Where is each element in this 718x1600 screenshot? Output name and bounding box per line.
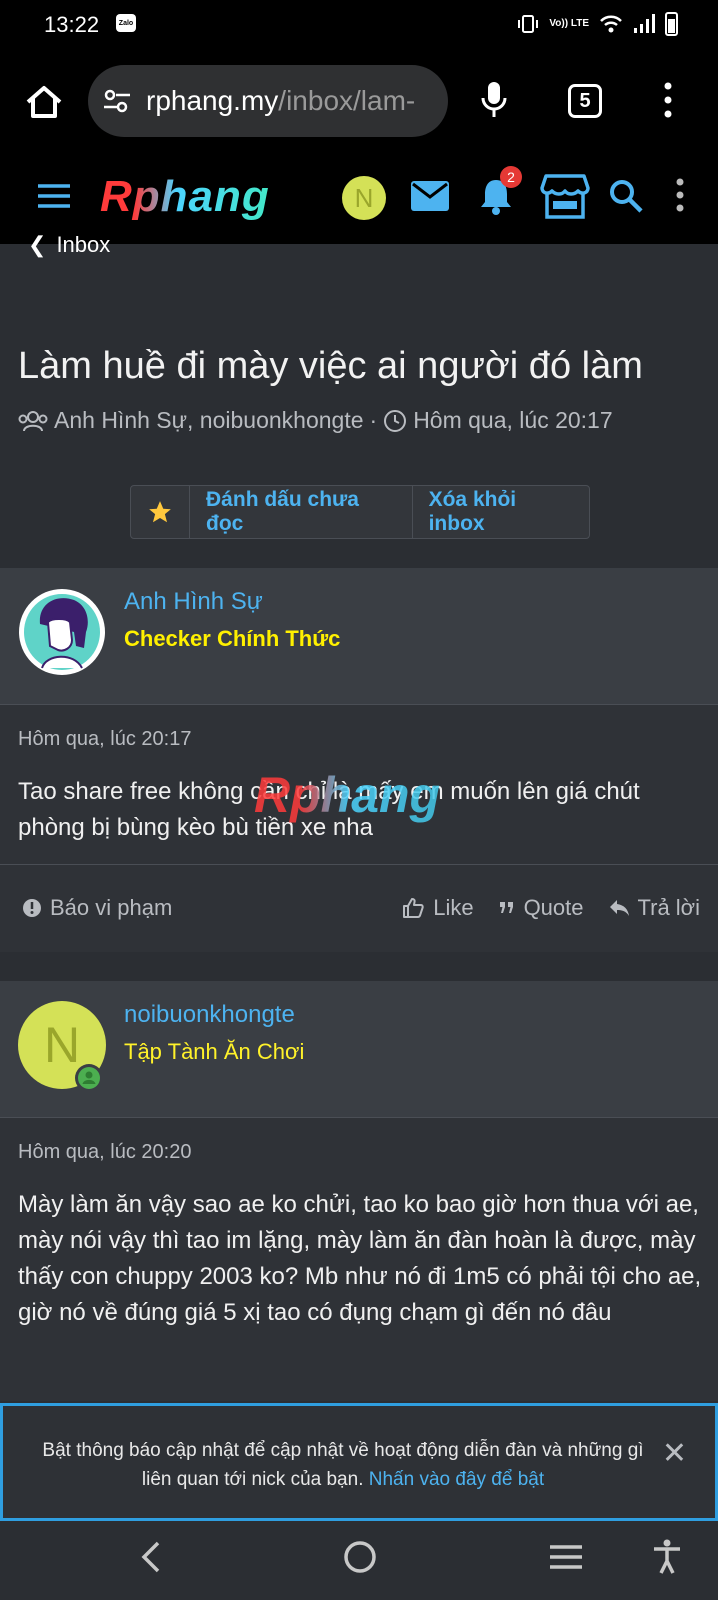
push-notification-banner: Bật thông báo cập nhật để cập nhật về ho… <box>0 1403 718 1521</box>
message-date[interactable]: Hôm qua, lúc 20:20 <box>18 1141 191 1164</box>
system-navigation-bar <box>0 1521 718 1600</box>
conversation-title: Làm huề đi mày việc ai người đó làm <box>18 345 643 387</box>
message-body: Mày làm ăn vậy sao ae ko chửi, tao ko ba… <box>18 1191 702 1326</box>
report-button[interactable]: Báo vi phạm <box>22 895 172 921</box>
home-icon[interactable] <box>22 80 66 124</box>
microphone-icon[interactable] <box>480 80 508 120</box>
enable-notifications-link[interactable]: Nhấn vào đây để bật <box>369 1469 544 1490</box>
users-icon <box>18 410 48 431</box>
mark-unread-button[interactable]: Đánh dấu chưa đọc <box>190 486 413 538</box>
message-2: N noibuonkhongte Tập Tành Ăn Chơi Hôm qu… <box>0 981 718 1401</box>
alerts-badge: 2 <box>500 166 522 188</box>
back-icon[interactable] <box>138 1539 162 1575</box>
more-menu-icon[interactable] <box>676 178 684 212</box>
user-title: Checker Chính Thức <box>124 626 341 651</box>
author-name[interactable]: noibuonkhongte <box>124 1001 295 1029</box>
message-date[interactable]: Hôm qua, lúc 20:17 <box>18 728 191 751</box>
clock-icon <box>384 409 407 432</box>
reply-button[interactable]: Trả lời <box>608 895 701 921</box>
message-1-user: Anh Hình Sự Checker Chính Thức <box>0 568 718 705</box>
notice-text-block: Bật thông báo cập nhật để cập nhật về ho… <box>33 1436 653 1494</box>
tab-switcher-button[interactable]: 5 <box>568 84 602 118</box>
message-1: Anh Hình Sự Checker Chính Thức Hôm qua, … <box>0 568 718 952</box>
breadcrumb-inbox[interactable]: Inbox <box>56 232 110 257</box>
message-2-user: N noibuonkhongte Tập Tành Ăn Chơi <box>0 981 718 1118</box>
reply-label: Trả lời <box>637 895 701 920</box>
search-icon[interactable] <box>608 178 644 214</box>
status-icons: Vo)) LTE <box>517 12 678 36</box>
address-bar[interactable]: rphang.my/inbox/lam- <box>88 65 448 137</box>
recents-icon[interactable] <box>548 1539 584 1575</box>
url-text: rphang.my/inbox/lam- <box>146 85 436 117</box>
like-button[interactable]: Like <box>401 895 474 921</box>
avatar[interactable] <box>18 588 106 676</box>
watermark-logo: Rphang <box>254 767 441 823</box>
signal-icon <box>634 14 655 33</box>
report-label: Báo vi phạm <box>50 895 173 920</box>
reply-icon <box>609 900 629 916</box>
url-host: rphang.my <box>146 85 279 116</box>
like-label: Like <box>433 895 474 920</box>
status-bar: 13:22 Zalo Vo)) LTE <box>0 0 718 52</box>
conversation-meta: Anh Hình Sự, noibuonkhongte · Hôm qua, l… <box>18 407 613 434</box>
browser-menu-icon[interactable] <box>664 82 672 118</box>
user-avatar[interactable]: N <box>342 176 386 220</box>
store-icon[interactable] <box>540 174 590 220</box>
accessibility-icon[interactable] <box>652 1539 682 1575</box>
user-title: Tập Tành Ăn Chơi <box>124 1039 305 1064</box>
meta-separator: · <box>369 407 378 433</box>
home-nav-icon[interactable] <box>342 1539 378 1575</box>
status-time: 13:22 <box>44 12 100 37</box>
author-name[interactable]: Anh Hình Sự <box>124 588 263 616</box>
thumbs-up-icon <box>403 898 424 918</box>
quote-label: Quote <box>523 895 584 920</box>
star-button[interactable] <box>131 486 191 538</box>
notice-text: Bật thông báo cập nhật để cập nhật về ho… <box>42 1440 644 1490</box>
url-path: /inbox/lam- <box>278 85 416 116</box>
battery-icon <box>665 12 678 36</box>
vibrate-icon <box>518 15 539 33</box>
conversation-time: Hôm qua, lúc 20:17 <box>413 407 613 433</box>
conversation-actions: Đánh dấu chưa đọc Xóa khỏi inbox <box>130 485 590 539</box>
remove-from-inbox-button[interactable]: Xóa khỏi inbox <box>413 486 589 538</box>
site-header: Rphang N 2 <box>0 154 718 244</box>
star-icon <box>149 501 171 523</box>
quote-button[interactable]: Quote <box>498 895 584 921</box>
volte-icon: Vo)) LTE <box>549 18 589 29</box>
participants[interactable]: Anh Hình Sự, noibuonkhongte <box>54 407 364 434</box>
wifi-icon <box>600 15 622 33</box>
alert-icon <box>23 899 41 917</box>
site-settings-icon[interactable] <box>102 87 132 115</box>
browser-toolbar: rphang.my/inbox/lam- 5 <box>0 52 718 154</box>
mail-icon[interactable] <box>410 180 450 212</box>
chevron-left-icon: ❮ <box>28 232 47 257</box>
message-actions: Like Quote Trả lời <box>401 895 700 921</box>
breadcrumb[interactable]: ❮ Inbox <box>28 232 110 258</box>
message-footer: Báo vi phạm Like Quote Trả lời <box>0 864 718 953</box>
online-status-icon <box>75 1064 103 1092</box>
quote-icon <box>499 902 513 913</box>
close-icon[interactable]: ✕ <box>662 1436 687 1471</box>
zalo-notification-icon: Zalo <box>116 14 136 32</box>
site-logo[interactable]: Rphang <box>100 172 270 222</box>
hamburger-menu-icon[interactable] <box>36 182 72 210</box>
